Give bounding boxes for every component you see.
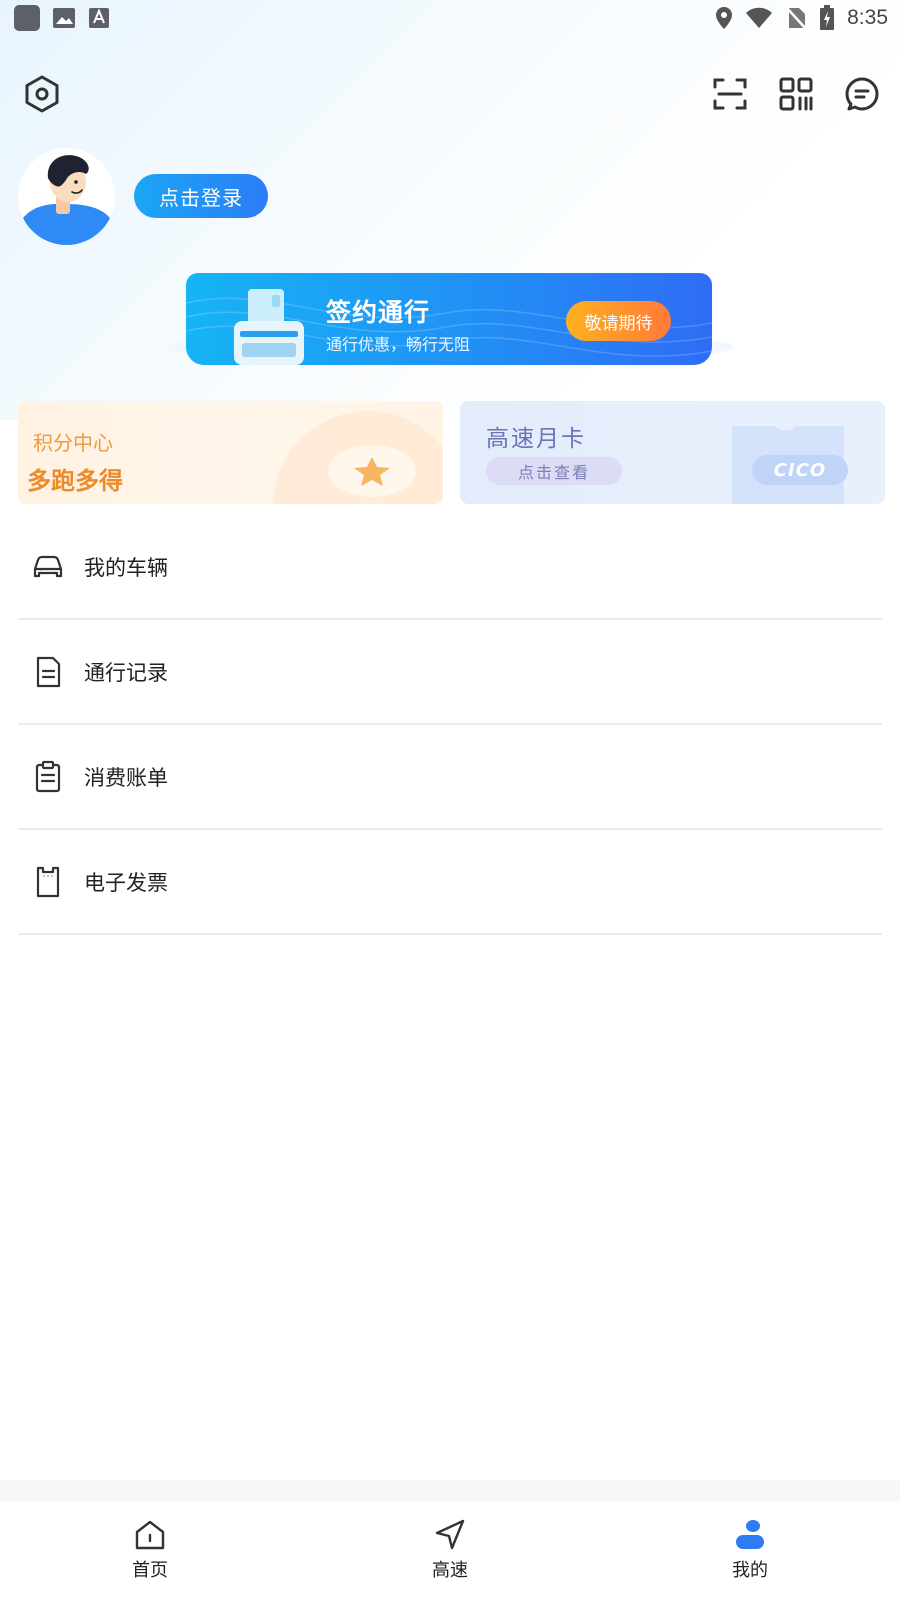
card-machine-icon [234, 289, 304, 365]
status-bar: 8:35 [0, 0, 900, 36]
qr-code-icon[interactable] [776, 74, 816, 114]
points-center-card[interactable]: 积分中心 多跑多得 [18, 401, 443, 504]
nav-tab-label: 我的 [732, 1560, 768, 1581]
menu-item-label: 消费账单 [84, 765, 168, 790]
profile-icon [736, 1520, 764, 1549]
monthly-pass-card[interactable]: CICO 高速月卡 点击查看 [460, 401, 885, 504]
font-notification-icon [89, 8, 109, 28]
view-monthly-pass-button[interactable]: 点击查看 [486, 457, 622, 485]
sign-banner-subtitle: 通行优惠，畅行无阻 [326, 335, 471, 354]
home-icon [135, 1520, 165, 1550]
scan-icon[interactable] [710, 74, 750, 114]
menu-item-label: 电子发票 [84, 870, 168, 895]
sign-banner-title: 签约通行 [326, 298, 431, 327]
sign-banner[interactable]: 签约通行 通行优惠，畅行无阻 敬请期待 [186, 273, 712, 365]
menu-item-my-vehicles[interactable]: 我的车辆 [18, 515, 882, 620]
login-button[interactable]: 点击登录 [134, 174, 268, 218]
wifi-icon [746, 7, 773, 28]
bottom-separator [0, 1480, 900, 1502]
image-notification-icon [53, 8, 75, 28]
points-card-title: 积分中心 [33, 431, 113, 455]
car-icon [33, 555, 63, 577]
avatar-illustration [18, 155, 115, 245]
cico-badge: CICO [752, 455, 848, 485]
coming-soon-button[interactable]: 敬请期待 [566, 301, 671, 341]
menu-item-label: 我的车辆 [84, 555, 168, 580]
nav-tab-mine[interactable]: 我的 [690, 1518, 810, 1588]
document-icon [36, 656, 61, 687]
avatar[interactable] [18, 148, 115, 245]
star-icon [354, 457, 390, 486]
clock: 8:35 [847, 6, 888, 29]
nav-tab-home[interactable]: 首页 [90, 1518, 210, 1588]
nav-tab-highway[interactable]: 高速 [390, 1518, 510, 1588]
navigation-icon [435, 1519, 465, 1550]
menu-item-label: 通行记录 [84, 660, 168, 685]
app-notification-icon [14, 5, 40, 31]
nav-tab-label: 高速 [432, 1560, 468, 1581]
bottom-navigation: 首页 高速 我的 [0, 1502, 900, 1600]
monthly-pass-title: 高速月卡 [486, 426, 586, 452]
no-sim-icon [785, 6, 808, 30]
points-card-subtitle: 多跑多得 [27, 467, 123, 495]
menu-list: 我的车辆 通行记录 消费账单 电子发票 [18, 515, 882, 935]
settings-icon[interactable] [22, 74, 62, 114]
cico-badge-text: CICO [773, 459, 827, 481]
message-icon[interactable] [842, 74, 882, 114]
menu-item-expense-bills[interactable]: 消费账单 [18, 725, 882, 830]
nav-tab-label: 首页 [132, 1560, 168, 1581]
location-icon [716, 7, 733, 29]
menu-item-travel-records[interactable]: 通行记录 [18, 620, 882, 725]
invoice-icon [36, 866, 60, 897]
battery-icon [820, 5, 835, 30]
menu-item-e-invoice[interactable]: 电子发票 [18, 830, 882, 935]
clipboard-icon [35, 760, 61, 792]
